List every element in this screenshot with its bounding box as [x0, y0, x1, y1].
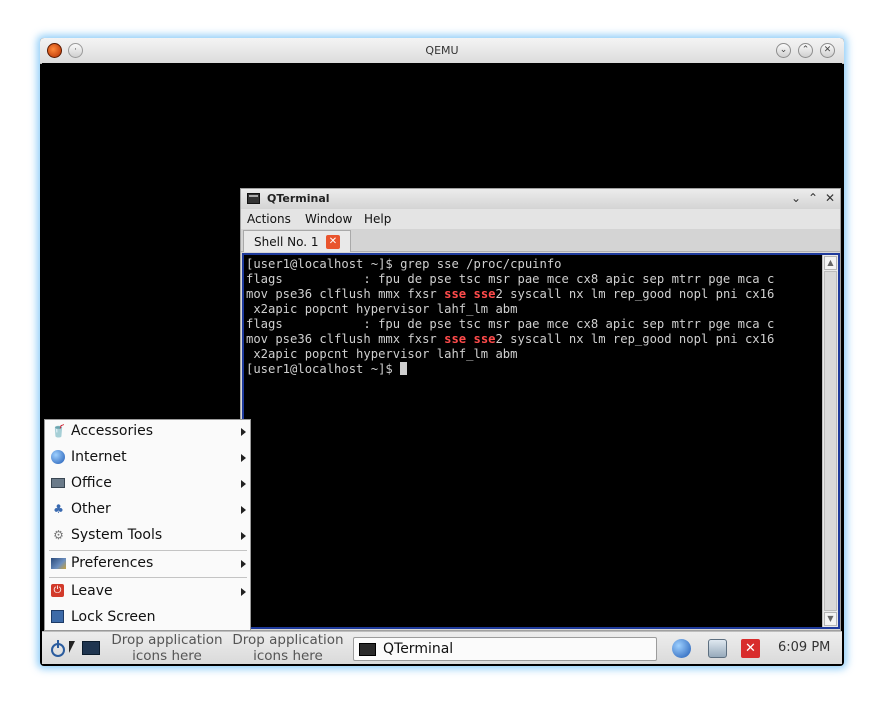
tab-shell-1[interactable]: Shell No. 1 ✕	[243, 230, 351, 252]
menu-item-preferences[interactable]: Preferences	[45, 552, 250, 576]
other-icon: ♣	[53, 502, 64, 516]
close-icon[interactable]: ✕	[823, 191, 837, 206]
menu-item-label: Other	[71, 501, 111, 517]
clock[interactable]: 6:09 PM	[778, 640, 830, 655]
menu-item-office[interactable]: Office	[45, 472, 250, 496]
terminal-line: [user1@localhost ~]$	[246, 362, 824, 377]
taskbar-button-qterminal[interactable]: QTerminal	[353, 637, 657, 661]
text-cursor	[400, 362, 408, 375]
taskbar-button-label: QTerminal	[383, 641, 454, 657]
menu-item-other[interactable]: ♣ Other	[45, 498, 250, 522]
scroll-down-icon[interactable]: ▼	[824, 612, 837, 626]
submenu-arrow-icon	[241, 560, 246, 568]
preferences-icon	[51, 556, 66, 571]
terminal-text-segment: mov pse36 clflush mmx fxsr	[246, 287, 445, 301]
terminal-line: [user1@localhost ~]$ grep sse /proc/cpui…	[246, 257, 824, 272]
scroll-up-icon[interactable]: ▲	[824, 256, 837, 270]
show-desktop-icon[interactable]	[82, 641, 100, 655]
menu-item-label: Accessories	[71, 423, 154, 439]
scrollbar-thumb[interactable]	[824, 271, 837, 611]
qemu-titlebar[interactable]: · QEMU ⌄ ⌃ ✕	[40, 38, 844, 64]
qterminal-titlebar[interactable]: QTerminal ⌄ ⌃ ✕	[241, 189, 840, 209]
terminal-text-segment: flags : fpu de pse tsc msr pae mce cx8 a…	[246, 317, 775, 331]
grep-match: sse	[473, 332, 496, 346]
menu-item-label: Lock Screen	[71, 609, 156, 625]
start-menu-icon[interactable]	[50, 639, 66, 657]
system-tools-gear-icon: ⚙	[53, 528, 64, 542]
tab-bar: Shell No. 1 ✕	[241, 229, 840, 252]
terminal-line: mov pse36 clflush mmx fxsr sse sse2 sysc…	[246, 332, 824, 347]
terminal-icon	[247, 193, 260, 204]
menu-item-label: System Tools	[71, 527, 163, 543]
submenu-arrow-icon	[241, 428, 246, 436]
terminal-line: mov pse36 clflush mmx fxsr sse sse2 sysc…	[246, 287, 824, 302]
menu-item-lock-screen[interactable]: Lock Screen	[45, 606, 250, 630]
scrollbar[interactable]: ▲ ▼	[822, 255, 838, 627]
maximize-icon[interactable]: ⌃	[798, 43, 813, 58]
globe-icon[interactable]	[672, 639, 691, 658]
submenu-arrow-icon	[241, 454, 246, 462]
terminal-text-segment: x2apic popcnt hypervisor lahf_lm abm	[246, 347, 518, 361]
menu-item-leave[interactable]: ⏻ Leave	[45, 580, 250, 604]
menu-item-label: Internet	[71, 449, 127, 465]
qterminal-title: QTerminal	[267, 192, 330, 205]
terminal-text-segment: 2 syscall nx lm rep_good nopl pni cx16	[495, 332, 775, 346]
terminal-line: x2apic popcnt hypervisor lahf_lm abm	[246, 347, 824, 362]
grep-match: sse	[444, 287, 467, 301]
menu-item-system-tools[interactable]: ⚙ System Tools	[45, 524, 250, 548]
menu-item-label: Office	[71, 475, 112, 491]
terminal-line: x2apic popcnt hypervisor lahf_lm abm	[246, 302, 824, 317]
network-icon[interactable]	[708, 639, 727, 658]
lock-screen-icon	[51, 610, 66, 625]
terminal-text-segment: x2apic popcnt hypervisor lahf_lm abm	[246, 302, 518, 316]
menu-item-label: Leave	[71, 583, 113, 599]
menu-actions[interactable]: Actions	[247, 212, 291, 226]
mouse-cursor-icon	[69, 641, 75, 653]
submenu-arrow-icon	[241, 480, 246, 488]
menu-item-internet[interactable]: Internet	[45, 446, 250, 470]
menu-item-label: Preferences	[71, 555, 154, 571]
internet-globe-icon	[51, 450, 66, 465]
menubar: Actions Window Help	[241, 209, 840, 229]
submenu-arrow-icon	[241, 588, 246, 596]
menu-window[interactable]: Window	[305, 212, 352, 226]
terminal-icon	[359, 643, 376, 656]
submenu-arrow-icon	[241, 532, 246, 540]
start-menu: 🥤 Accessories Internet Office ♣ Other ⚙ …	[44, 419, 251, 631]
accessories-icon: 🥤	[51, 424, 66, 438]
taskbar: Drop application icons here Drop applica…	[42, 631, 842, 664]
menu-separator	[49, 550, 247, 551]
submenu-arrow-icon	[241, 506, 246, 514]
terminal-line: flags : fpu de pse tsc msr pae mce cx8 a…	[246, 272, 824, 287]
maximize-icon[interactable]: ⌃	[806, 191, 820, 206]
menu-separator	[49, 577, 247, 578]
tab-label: Shell No. 1	[254, 235, 319, 249]
terminal-text-segment: 2 syscall nx lm rep_good nopl pni cx16	[495, 287, 775, 301]
qterminal-window: QTerminal ⌄ ⌃ ✕ Actions Window Help Shel…	[240, 188, 841, 631]
grep-match: sse	[473, 287, 496, 301]
terminal-text-segment: [user1@localhost ~]$ grep sse /proc/cpui…	[246, 257, 562, 271]
minimize-icon[interactable]: ⌄	[776, 43, 791, 58]
close-red-icon[interactable]: ✕	[741, 639, 760, 658]
quicklaunch-drop-zone[interactable]: Drop application icons here	[229, 632, 347, 664]
power-icon: ⏻	[51, 584, 66, 599]
terminal-text-segment: mov pse36 clflush mmx fxsr	[246, 332, 445, 346]
quicklaunch-drop-zone[interactable]: Drop application icons here	[108, 632, 226, 664]
grep-match: sse	[444, 332, 467, 346]
tab-close-icon[interactable]: ✕	[326, 235, 340, 249]
minimize-icon[interactable]: ⌄	[789, 191, 803, 206]
terminal-text-segment: [user1@localhost ~]$	[246, 362, 401, 376]
close-icon[interactable]: ✕	[820, 43, 835, 58]
terminal-text: [user1@localhost ~]$ grep sse /proc/cpui…	[246, 257, 824, 377]
office-icon	[51, 476, 66, 491]
qemu-title: QEMU	[425, 44, 459, 57]
menu-help[interactable]: Help	[364, 212, 391, 226]
menu-item-accessories[interactable]: 🥤 Accessories	[45, 420, 250, 444]
terminal-line: flags : fpu de pse tsc msr pae mce cx8 a…	[246, 317, 824, 332]
terminal-text-segment: flags : fpu de pse tsc msr pae mce cx8 a…	[246, 272, 775, 286]
terminal-output[interactable]: [user1@localhost ~]$ grep sse /proc/cpui…	[242, 253, 840, 629]
